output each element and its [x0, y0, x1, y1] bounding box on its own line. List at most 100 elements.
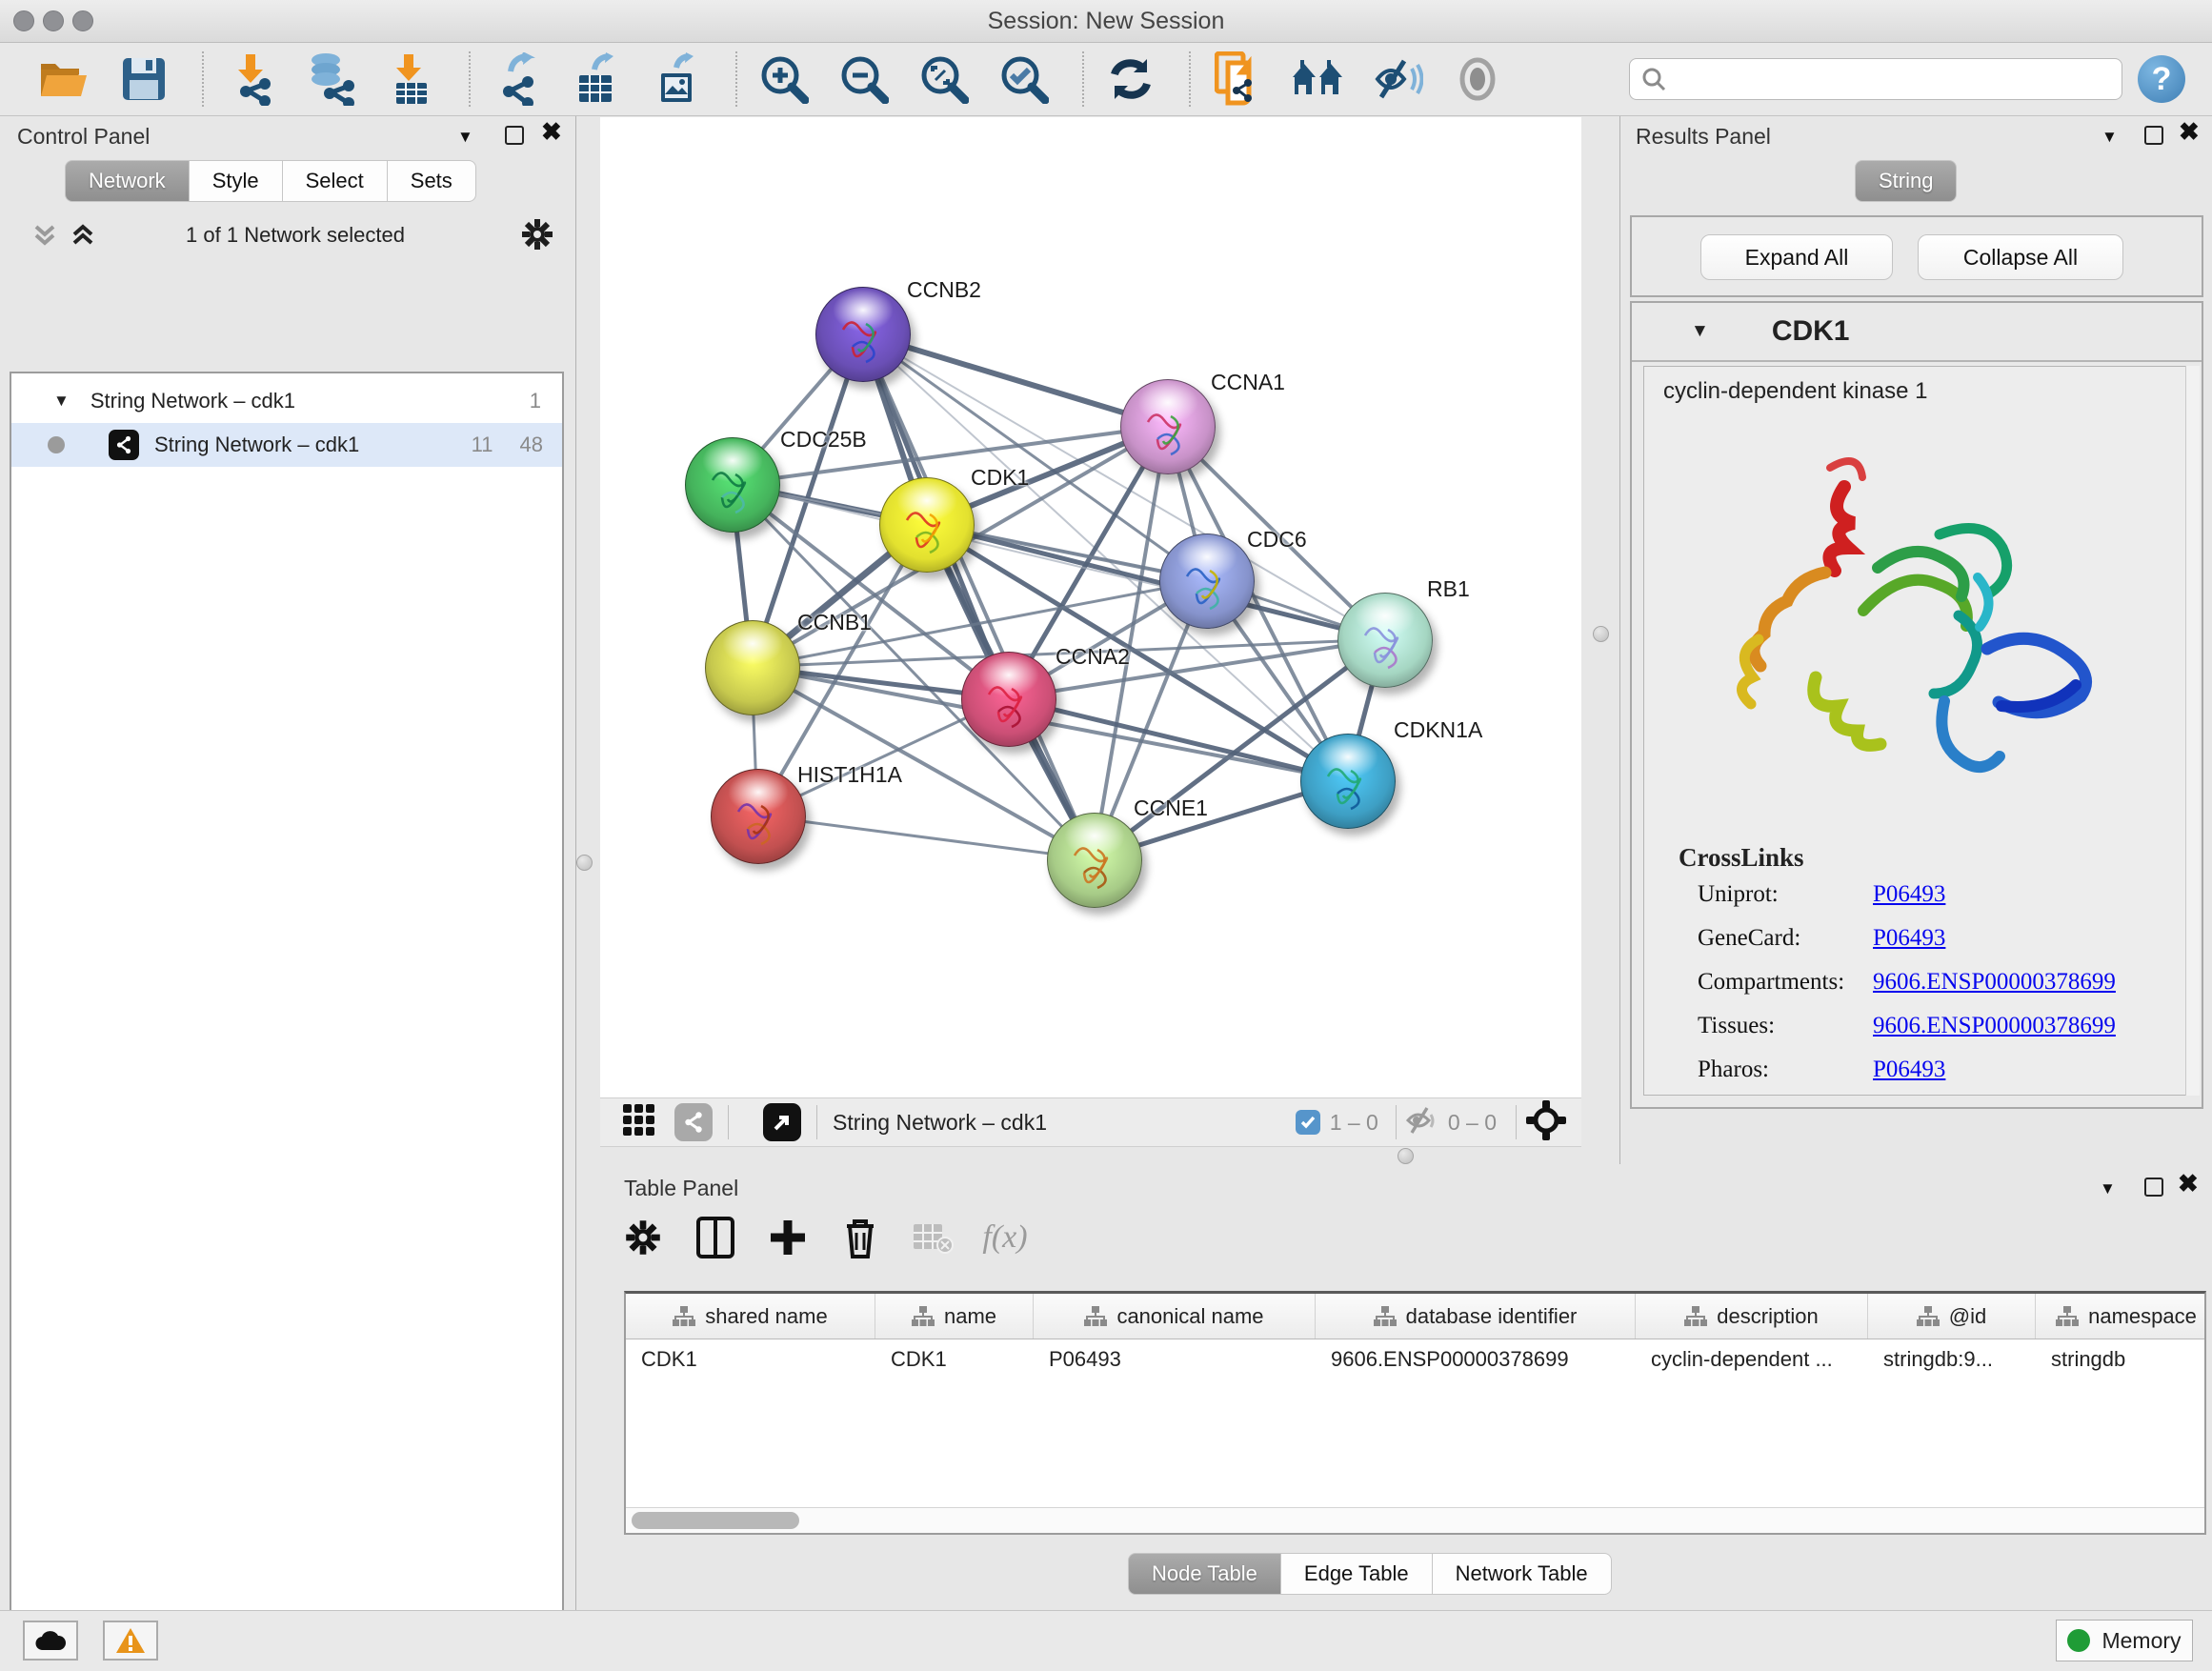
- network-options-gear-icon[interactable]: [520, 217, 554, 256]
- birds-eye-view-icon[interactable]: [1526, 1100, 1566, 1145]
- delete-column-icon[interactable]: [833, 1210, 888, 1265]
- open-session-icon[interactable]: [36, 51, 91, 107]
- function-builder-icon[interactable]: f(x): [977, 1210, 1033, 1265]
- tab-style[interactable]: Style: [190, 160, 283, 202]
- zoom-out-icon[interactable]: [836, 51, 892, 107]
- table-panel-close-icon[interactable]: ✖: [2178, 1174, 2199, 1197]
- import-network-database-icon[interactable]: [303, 51, 358, 107]
- network-node-CDC25B[interactable]: [685, 437, 780, 533]
- save-session-icon[interactable]: [116, 51, 171, 107]
- results-panel-menu-icon[interactable]: ▼: [2101, 128, 2118, 147]
- column-header[interactable]: description: [1636, 1294, 1868, 1339]
- entry-header[interactable]: ▼ CDK1: [1632, 303, 2202, 362]
- warning-status-button[interactable]: [103, 1621, 158, 1661]
- crosslink-tissues-link[interactable]: 9606.ENSP00000378699: [1873, 1013, 2116, 1039]
- column-header[interactable]: @id: [1868, 1294, 2036, 1339]
- import-table-icon[interactable]: [383, 51, 438, 107]
- entry-description: cyclin-dependent kinase 1: [1663, 378, 1928, 405]
- crosslink-genecard-link[interactable]: P06493: [1873, 925, 1945, 952]
- node-label-CCNE1: CCNE1: [1134, 795, 1208, 821]
- show-hide-graphics-icon[interactable]: [1370, 51, 1425, 107]
- share-view-icon[interactable]: [674, 1103, 713, 1141]
- network-node-CDKN1A[interactable]: [1300, 734, 1396, 829]
- string-homes-icon[interactable]: [1290, 51, 1345, 107]
- control-panel-close-icon[interactable]: ✖: [541, 122, 562, 145]
- control-panel-float-icon[interactable]: [505, 126, 524, 150]
- network-row[interactable]: String Network – cdk1 11 48: [11, 423, 562, 467]
- grid-view-icon[interactable]: [621, 1102, 657, 1143]
- entry-expand-icon[interactable]: ▼: [1691, 321, 1709, 342]
- collapse-all-networks-icon[interactable]: [30, 221, 59, 254]
- column-header[interactable]: shared name: [626, 1294, 875, 1339]
- network-node-RB1[interactable]: [1337, 593, 1433, 688]
- inactive-eye-icon[interactable]: [1450, 51, 1505, 107]
- results-panel-float-icon[interactable]: [2144, 126, 2163, 150]
- refresh-layout-icon[interactable]: [1103, 51, 1158, 107]
- export-network-icon[interactable]: [490, 51, 545, 107]
- expand-all-button[interactable]: Expand All: [1700, 234, 1893, 280]
- results-scrollbar[interactable]: [2185, 366, 2200, 1096]
- scrollbar-thumb[interactable]: [632, 1512, 799, 1529]
- table-row[interactable]: CDK1 CDK1 P06493 9606.ENSP00000378699 cy…: [626, 1339, 2204, 1379]
- tab-network[interactable]: Network: [65, 160, 190, 202]
- tab-edge-table[interactable]: Edge Table: [1281, 1553, 1433, 1595]
- network-node-count: 11: [472, 433, 493, 457]
- add-column-icon[interactable]: [760, 1210, 815, 1265]
- column-header[interactable]: database identifier: [1316, 1294, 1636, 1339]
- network-node-CCNB2[interactable]: [815, 287, 911, 382]
- collection-expand-icon[interactable]: ▼: [53, 392, 70, 411]
- zoom-fit-icon[interactable]: [916, 51, 972, 107]
- network-node-CDK1[interactable]: [879, 477, 975, 573]
- collapse-all-button[interactable]: Collapse All: [1918, 234, 2123, 280]
- main-toolbar: ?: [0, 43, 2212, 116]
- memory-button[interactable]: Memory: [2056, 1620, 2193, 1661]
- expand-all-networks-icon[interactable]: [69, 221, 97, 254]
- help-icon[interactable]: ?: [2138, 55, 2185, 103]
- right-splitter-handle[interactable]: [1593, 626, 1609, 642]
- export-image-icon[interactable]: [650, 51, 705, 107]
- search-input[interactable]: [1676, 66, 2110, 92]
- crosslink-compartments-link[interactable]: 9606.ENSP00000378699: [1873, 969, 2116, 996]
- column-header[interactable]: name: [875, 1294, 1034, 1339]
- tab-select[interactable]: Select: [283, 160, 388, 202]
- network-node-CCNA1[interactable]: [1120, 379, 1216, 474]
- network-node-CCNA2[interactable]: [961, 652, 1056, 747]
- tab-node-table[interactable]: Node Table: [1128, 1553, 1281, 1595]
- crosslink-label: GeneCard:: [1698, 925, 1800, 952]
- table-horizontal-scrollbar[interactable]: [626, 1507, 2204, 1533]
- network-node-CCNB1[interactable]: [705, 620, 800, 715]
- network-node-HIST1H1A[interactable]: [711, 769, 806, 864]
- cloud-status-button[interactable]: [23, 1621, 78, 1661]
- tab-sets[interactable]: Sets: [388, 160, 476, 202]
- network-node-CDC6[interactable]: [1159, 534, 1255, 629]
- crosslink-uniprot-link[interactable]: P06493: [1873, 881, 1945, 908]
- tab-network-table[interactable]: Network Table: [1433, 1553, 1612, 1595]
- export-table-icon[interactable]: [570, 51, 625, 107]
- delete-table-icon[interactable]: [905, 1210, 960, 1265]
- clone-network-icon[interactable]: [1210, 51, 1265, 107]
- column-header[interactable]: namespace: [2036, 1294, 2212, 1339]
- table-options-gear-icon[interactable]: [615, 1210, 671, 1265]
- network-node-CCNE1[interactable]: [1047, 813, 1142, 908]
- network-canvas[interactable]: CCNB2CCNA1CDC25BCDK1CDC6RB1CCNB1CCNA2CDK…: [600, 117, 1581, 1097]
- results-panel-close-icon[interactable]: ✖: [2179, 122, 2200, 145]
- results-panel-title: Results Panel: [1636, 124, 1771, 149]
- zoom-selected-icon[interactable]: [996, 51, 1052, 107]
- import-network-file-icon[interactable]: [223, 51, 278, 107]
- network-edges[interactable]: [600, 117, 1581, 1097]
- table-panel-menu-icon[interactable]: ▼: [2100, 1179, 2116, 1198]
- column-header[interactable]: canonical name: [1034, 1294, 1316, 1339]
- tab-string[interactable]: String: [1855, 160, 1957, 202]
- detach-view-icon[interactable]: [763, 1103, 801, 1141]
- crosslink-label: Compartments:: [1698, 969, 1844, 996]
- network-collection-row[interactable]: ▼ String Network – cdk1 1: [11, 379, 562, 423]
- control-panel-menu-icon[interactable]: ▼: [457, 128, 473, 147]
- zoom-in-icon[interactable]: [756, 51, 812, 107]
- table-panel-float-icon[interactable]: [2144, 1178, 2163, 1201]
- crosslink-pharos-link[interactable]: P06493: [1873, 1057, 1945, 1083]
- node-label-CDC25B: CDC25B: [780, 427, 867, 453]
- horizontal-splitter-handle[interactable]: [1398, 1148, 1414, 1164]
- selected-checkbox-icon[interactable]: [1296, 1110, 1320, 1135]
- left-splitter-handle[interactable]: [576, 855, 593, 871]
- show-columns-icon[interactable]: [688, 1210, 743, 1265]
